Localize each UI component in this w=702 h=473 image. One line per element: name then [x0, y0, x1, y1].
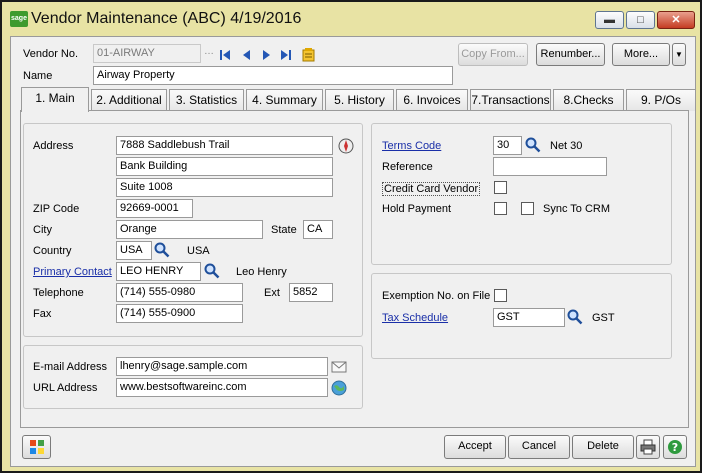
- vendor-no-field[interactable]: 01-AIRWAY: [93, 44, 201, 63]
- country-description: USA: [187, 245, 210, 257]
- telephone-label: Telephone: [33, 287, 84, 299]
- print-button[interactable]: [636, 435, 660, 459]
- vendor-maintenance-window: sage Vendor Maintenance (ABC) 4/19/2016 …: [0, 0, 702, 473]
- vendor-no-label: Vendor No.: [23, 48, 79, 60]
- memo-icon[interactable]: [302, 48, 315, 62]
- terms-code-field[interactable]: 30: [493, 136, 522, 155]
- tab-main[interactable]: 1. Main: [21, 87, 89, 112]
- state-label: State: [271, 224, 297, 236]
- fax-label: Fax: [33, 308, 52, 320]
- sync-to-crm-checkbox[interactable]: [521, 202, 534, 215]
- tab-transactions[interactable]: 7.Transactions: [470, 89, 551, 111]
- address-line3-field[interactable]: Suite 1008: [116, 178, 333, 197]
- terms-description: Net 30: [550, 140, 583, 152]
- country-label: Country: [33, 245, 72, 257]
- tab-additional[interactable]: 2. Additional: [91, 89, 167, 111]
- reference-field[interactable]: [493, 157, 607, 176]
- terms-code-link[interactable]: Terms Code: [382, 140, 441, 152]
- accept-button[interactable]: Accept: [444, 435, 506, 459]
- exemption-label: Exemption No. on File: [382, 290, 491, 302]
- help-icon: ?: [668, 440, 682, 454]
- credit-card-vendor-label: Credit Card Vendor: [382, 182, 481, 196]
- previous-record-icon[interactable]: [240, 49, 252, 61]
- cancel-button[interactable]: Cancel: [508, 435, 570, 459]
- address-label: Address: [33, 140, 74, 152]
- address-line1-field[interactable]: 7888 Saddlebush Trail: [116, 136, 333, 155]
- title-bar[interactable]: sage Vendor Maintenance (ABC) 4/19/2016 …: [4, 4, 700, 36]
- tax-schedule-link[interactable]: Tax Schedule: [382, 312, 448, 324]
- windows-button[interactable]: [22, 435, 51, 459]
- tax-schedule-field[interactable]: GST: [493, 308, 565, 327]
- tab-history[interactable]: 5. History: [325, 89, 394, 111]
- web-contact-group: [23, 345, 363, 409]
- tax-schedule-search-icon[interactable]: [567, 309, 583, 325]
- compass-icon[interactable]: [338, 138, 354, 154]
- next-record-icon[interactable]: [261, 49, 273, 61]
- exemption-checkbox[interactable]: [494, 289, 507, 302]
- maximize-button[interactable]: □: [626, 11, 655, 29]
- reference-label: Reference: [382, 161, 433, 173]
- url-field[interactable]: www.bestsoftwareinc.com: [116, 378, 328, 397]
- name-field[interactable]: Airway Property: [93, 66, 453, 85]
- terms-lookup-search-icon[interactable]: [525, 137, 541, 153]
- telephone-field[interactable]: (714) 555-0980: [116, 283, 243, 302]
- main-tab-panel: Address 7888 Saddlebush Trail Bank Build…: [20, 110, 689, 428]
- more-dropdown-button[interactable]: ▼: [672, 43, 686, 66]
- tab-invoices[interactable]: 6. Invoices: [396, 89, 468, 111]
- tax-schedule-description: GST: [592, 312, 615, 324]
- close-icon: ✕: [671, 14, 681, 26]
- svg-text:?: ?: [672, 441, 678, 454]
- hold-payment-label: Hold Payment: [382, 203, 452, 215]
- fax-field[interactable]: (714) 555-0900: [116, 304, 243, 323]
- first-record-icon[interactable]: [219, 49, 231, 61]
- globe-icon[interactable]: [331, 380, 347, 396]
- windows-logo-icon: [29, 440, 44, 454]
- hold-payment-checkbox[interactable]: [494, 202, 507, 215]
- renumber-button[interactable]: Renumber...: [536, 43, 605, 66]
- email-field[interactable]: lhenry@sage.sample.com: [116, 357, 328, 376]
- close-button[interactable]: ✕: [657, 11, 695, 29]
- client-area: Vendor No. 01-AIRWAY … Copy From... Renu…: [10, 36, 696, 467]
- address-line2-field[interactable]: Bank Building: [116, 157, 333, 176]
- contact-description: Leo Henry: [236, 266, 287, 278]
- country-lookup-search-icon[interactable]: [154, 242, 170, 258]
- extension-label: Ext: [264, 287, 280, 299]
- city-field[interactable]: Orange: [116, 220, 263, 239]
- help-button[interactable]: ?: [663, 435, 687, 459]
- tab-pos[interactable]: 9. P/Os: [626, 89, 696, 111]
- minimize-icon: ▬: [604, 14, 615, 26]
- window-title: Vendor Maintenance (ABC) 4/19/2016: [31, 10, 302, 27]
- lookup-dots-icon[interactable]: …: [204, 46, 214, 57]
- contact-lookup-search-icon[interactable]: [204, 263, 220, 279]
- url-label: URL Address: [33, 382, 98, 394]
- credit-card-vendor-checkbox[interactable]: [494, 181, 507, 194]
- primary-contact-link[interactable]: Primary Contact: [33, 266, 112, 278]
- minimize-button[interactable]: ▬: [595, 11, 624, 29]
- copy-from-button[interactable]: Copy From...: [458, 43, 528, 66]
- email-envelope-icon[interactable]: [331, 359, 347, 375]
- name-label: Name: [23, 70, 53, 82]
- delete-button[interactable]: Delete: [572, 435, 634, 459]
- country-field[interactable]: USA: [116, 241, 152, 260]
- last-record-icon[interactable]: [280, 49, 292, 61]
- tab-statistics[interactable]: 3. Statistics: [169, 89, 244, 111]
- sage-logo-icon: sage: [10, 11, 28, 27]
- email-label: E-mail Address: [33, 361, 107, 373]
- zip-code-label: ZIP Code: [33, 203, 80, 215]
- chevron-down-icon: ▼: [675, 50, 683, 59]
- maximize-icon: □: [637, 14, 644, 26]
- tab-checks[interactable]: 8.Checks: [553, 89, 624, 111]
- state-field[interactable]: CA: [303, 220, 333, 239]
- more-button[interactable]: More...: [612, 43, 670, 66]
- primary-contact-field[interactable]: LEO HENRY: [116, 262, 201, 281]
- tab-summary[interactable]: 4. Summary: [246, 89, 323, 111]
- sync-to-crm-label: Sync To CRM: [543, 203, 611, 215]
- extension-field[interactable]: 5852: [289, 283, 333, 302]
- zip-code-field[interactable]: 92669-0001: [116, 199, 193, 218]
- printer-icon: [640, 439, 656, 455]
- city-label: City: [33, 224, 52, 236]
